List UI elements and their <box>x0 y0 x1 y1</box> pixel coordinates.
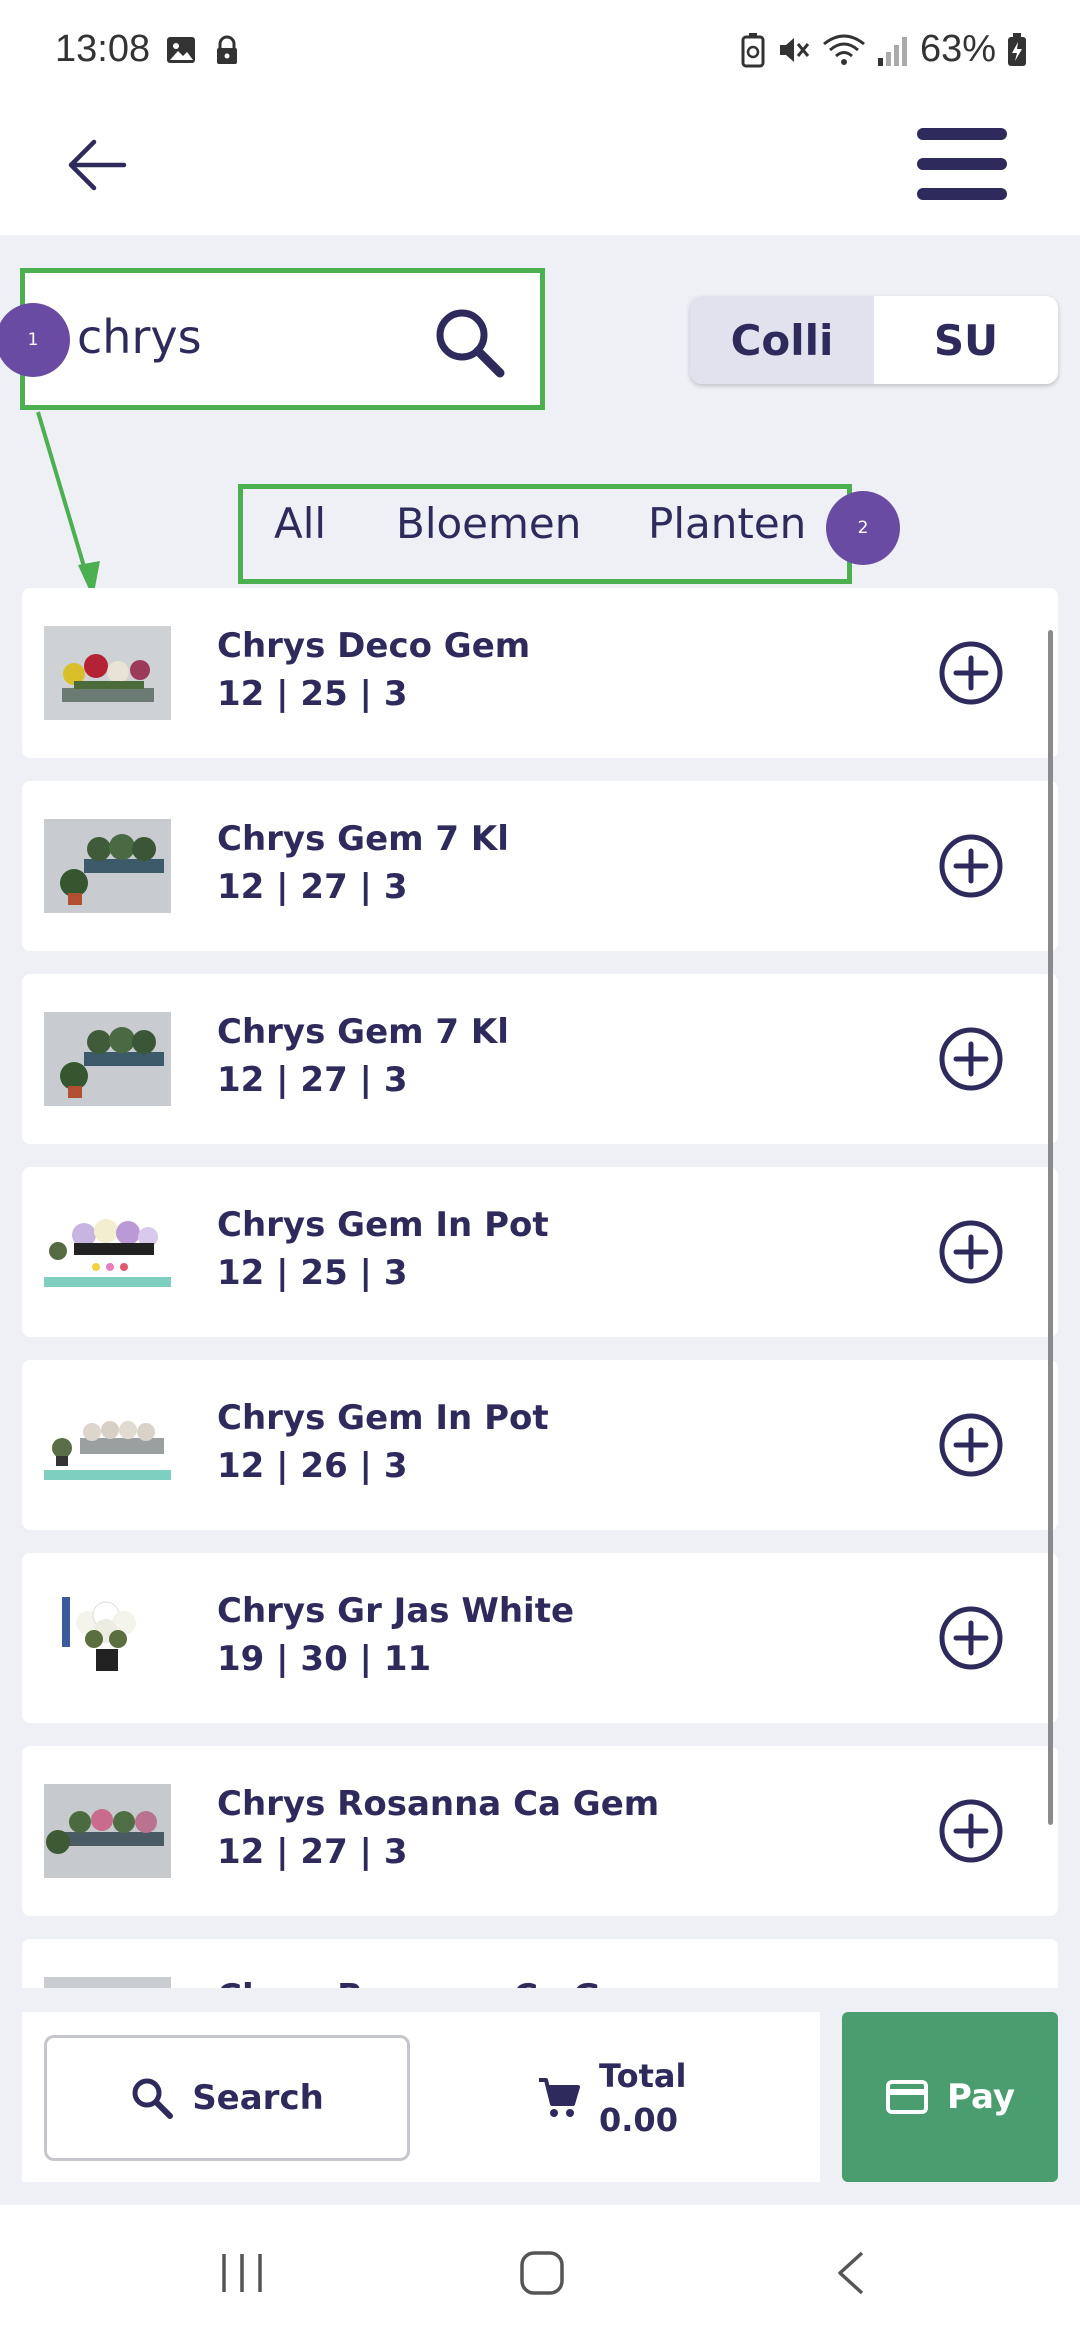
search-button-label: Search <box>192 2078 324 2118</box>
menu-button[interactable] <box>915 122 1010 207</box>
battery-charging-icon <box>1008 32 1026 66</box>
product-image <box>44 1977 171 1988</box>
wifi-icon <box>823 34 865 65</box>
product-image <box>44 1012 171 1106</box>
bottom-bar: Search Total 0.00 <box>22 2012 820 2182</box>
cart-icon <box>539 2078 580 2117</box>
product-numbers: 12 | 27 | 3 <box>217 1060 408 1100</box>
credit-card-icon <box>885 2080 928 2114</box>
product-image <box>44 1398 171 1492</box>
product-numbers: 12 | 26 | 3 <box>217 1446 408 1486</box>
add-button[interactable] <box>938 1219 1004 1285</box>
battery-saver-icon <box>741 32 765 67</box>
product-name: Chrys Gem 7 Kl <box>217 1012 509 1052</box>
add-button[interactable] <box>938 1605 1004 1671</box>
signal-icon <box>877 36 907 66</box>
lock-icon <box>217 35 237 64</box>
search-icon <box>132 2078 174 2119</box>
add-button[interactable] <box>938 640 1004 706</box>
add-circle-icon <box>939 834 1003 898</box>
product-name: Chrys Gem 7 Kl <box>217 819 509 859</box>
list-item[interactable]: Chrys Gem 7 Kl 12 | 27 | 3 <box>22 781 1058 951</box>
list-item[interactable]: Chrys Rosanna Ca Gem 12 | 27 | 3 <box>22 1746 1058 1916</box>
search-button[interactable]: Search <box>44 2035 410 2161</box>
product-name: Chrys Gem In Pot <box>217 1398 549 1438</box>
product-image <box>44 1784 171 1878</box>
toggle-su[interactable]: SU <box>874 296 1058 384</box>
add-button[interactable] <box>938 833 1004 899</box>
status-bar: 13:08 63% <box>0 0 1080 100</box>
status-right: 63% <box>740 28 1028 71</box>
total-value: 0.00 <box>599 2101 678 2139</box>
home-icon[interactable] <box>518 2250 566 2296</box>
add-circle-icon <box>939 1027 1003 1091</box>
add-circle-icon <box>939 1799 1003 1863</box>
product-list[interactable]: Chrys Deco Gem 12 | 25 | 3 Chrys Gem 7 K… <box>22 588 1058 1988</box>
product-image <box>44 626 171 720</box>
product-name: Chrys Gr Jas White <box>217 1591 575 1631</box>
list-item[interactable]: Chrys Gr Jas White 19 | 30 | 11 <box>22 1553 1058 1723</box>
product-name: Chrys Gem In Pot <box>217 1205 549 1245</box>
product-name: Chrys Rosanna Ca Gem <box>217 1784 660 1824</box>
list-item[interactable]: Chrys Rosanna Ca Gem <box>22 1939 1058 1988</box>
product-image <box>44 1205 171 1299</box>
list-scrollbar[interactable] <box>1048 630 1053 1825</box>
pay-button-label: Pay <box>946 2077 1016 2117</box>
add-circle-icon <box>939 641 1003 705</box>
product-numbers: 12 | 25 | 3 <box>217 1253 408 1293</box>
annotation-badge-2: 2 <box>826 491 900 565</box>
status-left-icons <box>165 34 243 66</box>
add-circle-icon <box>939 1413 1003 1477</box>
product-numbers: 19 | 30 | 11 <box>217 1639 432 1679</box>
list-item[interactable]: Chrys Gem In Pot 12 | 26 | 3 <box>22 1360 1058 1530</box>
add-button[interactable] <box>938 1026 1004 1092</box>
add-button[interactable] <box>938 1798 1004 1864</box>
product-image <box>44 819 171 913</box>
total-label: Total <box>599 2057 687 2095</box>
list-item[interactable]: Chrys Deco Gem 12 | 25 | 3 <box>22 588 1058 758</box>
app-bar <box>0 100 1080 235</box>
product-name: Chrys Rosanna Ca Gem <box>217 1977 659 1988</box>
product-name: Chrys Deco Gem <box>217 626 531 666</box>
add-circle-icon <box>939 1220 1003 1284</box>
system-nav-bar <box>0 2205 1080 2340</box>
back-nav-icon[interactable] <box>828 2250 876 2296</box>
recent-apps-icon[interactable] <box>218 2250 266 2296</box>
pay-button[interactable]: Pay <box>842 2012 1058 2182</box>
battery-percent: 63% <box>919 28 996 70</box>
hamburger-menu-icon <box>917 128 1007 200</box>
product-image <box>44 1591 171 1685</box>
toggle-colli[interactable]: Colli <box>690 296 874 384</box>
add-circle-icon <box>939 1606 1003 1670</box>
list-item[interactable]: Chrys Gem In Pot 12 | 25 | 3 <box>22 1167 1058 1337</box>
product-numbers: 12 | 27 | 3 <box>217 867 408 907</box>
highlight-category-tabs <box>238 484 852 584</box>
product-numbers: 12 | 27 | 3 <box>217 1832 408 1872</box>
unit-toggle[interactable]: Colli SU <box>690 296 1058 384</box>
mute-icon <box>779 37 810 62</box>
list-item[interactable]: Chrys Gem 7 Kl 12 | 27 | 3 <box>22 974 1058 1144</box>
add-button[interactable] <box>938 1412 1004 1478</box>
order-total: Total 0.00 <box>537 2054 686 2142</box>
product-numbers: 12 | 25 | 3 <box>217 674 408 714</box>
gallery-icon <box>167 37 195 63</box>
